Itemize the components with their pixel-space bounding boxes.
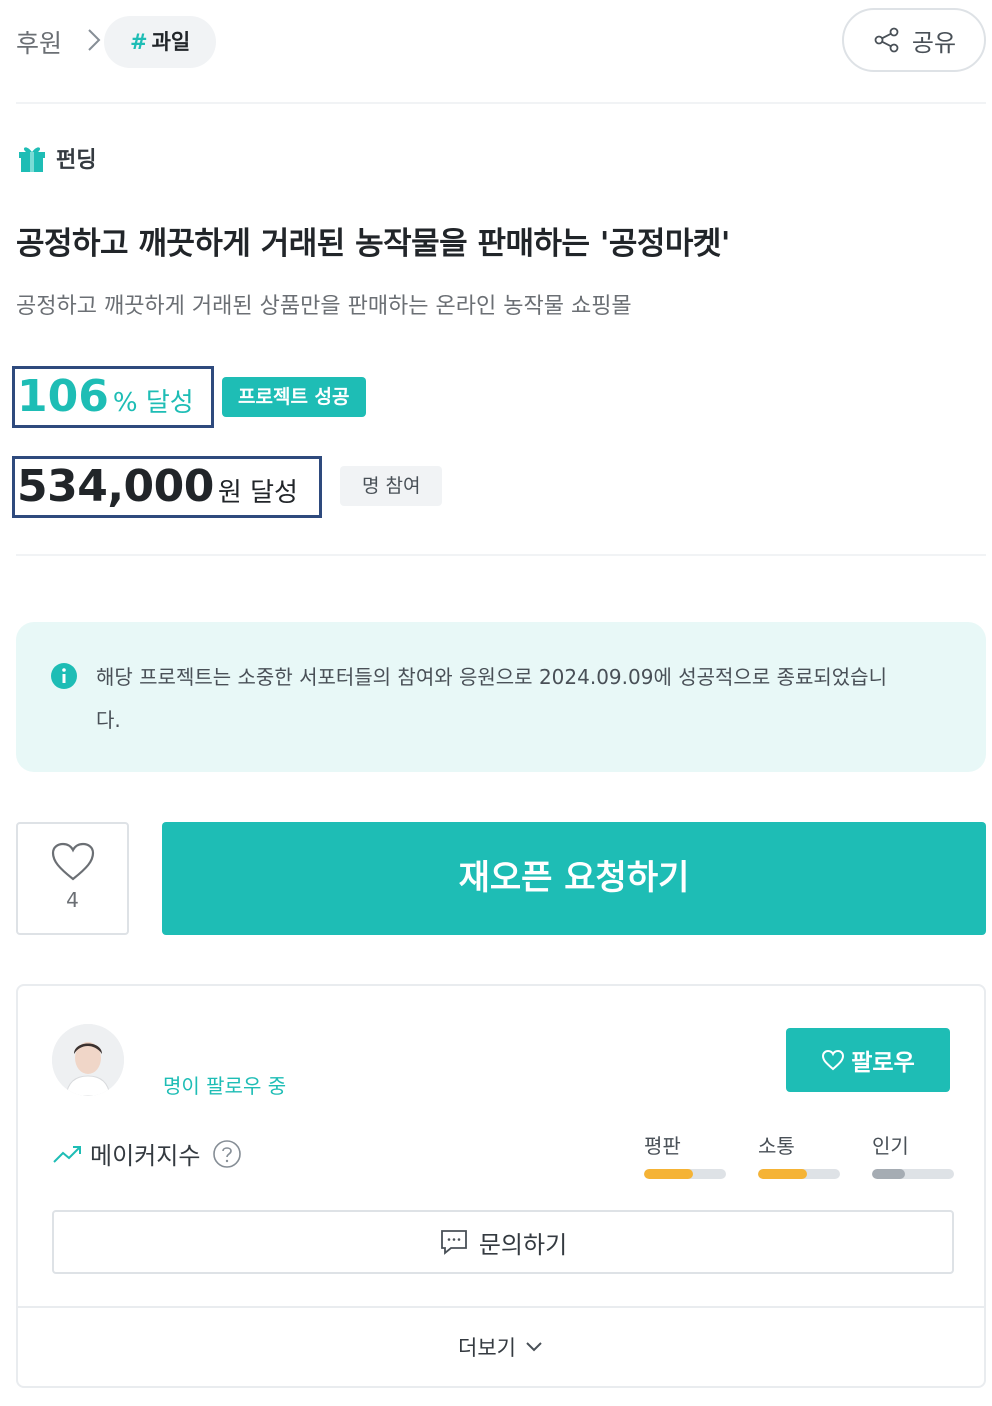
metric-fill — [872, 1169, 905, 1179]
more-button[interactable]: 더보기 — [18, 1308, 984, 1386]
category-label: 펀딩 — [56, 148, 97, 173]
achievement-percent: 106 % 달성 — [12, 366, 214, 428]
divider — [16, 102, 986, 104]
chevron-down-icon — [526, 1342, 542, 1352]
metric-communication: 소통 — [758, 1130, 840, 1179]
reopen-request-button[interactable]: 재오픈 요청하기 — [162, 822, 986, 935]
metric-label: 소통 — [758, 1134, 795, 1158]
maker-card: 명이 팔로우 중 팔로우 메이커지수 평판 소통 인기 문의하기 더보기 — [16, 984, 986, 1388]
share-button[interactable]: 공유 — [842, 8, 986, 72]
project-title: 공정하고 깨끗하게 거래된 농작물을 판매하는 '공정마켓' — [16, 226, 730, 262]
gift-icon — [19, 147, 45, 172]
metric-bar — [872, 1169, 954, 1179]
category-tag-label: 과일 — [151, 30, 191, 54]
more-label: 더보기 — [458, 1336, 516, 1360]
percent-value: 106 — [17, 371, 109, 422]
notice-box: 해당 프로젝트는 소중한 서포터들의 참여와 응원으로 2024.09.09에 … — [16, 622, 986, 772]
follow-button[interactable]: 팔로우 — [786, 1028, 950, 1092]
inquiry-label: 문의하기 — [478, 1230, 568, 1259]
divider — [16, 554, 986, 556]
notice-text: 해당 프로젝트는 소중한 서포터들의 참여와 응원으로 2024.09.09에 … — [96, 665, 887, 732]
amount-unit: 원 달성 — [217, 478, 298, 508]
like-button[interactable]: 4 — [16, 822, 129, 935]
inquiry-button[interactable]: 문의하기 — [52, 1210, 954, 1274]
metric-fill — [758, 1169, 808, 1179]
heart-outline-icon — [822, 1049, 845, 1071]
follower-count-text: 명이 팔로우 중 — [163, 1074, 287, 1098]
metric-fill — [644, 1169, 694, 1179]
follow-label: 팔로우 — [851, 1050, 915, 1076]
breadcrumb-root[interactable]: 후원 — [16, 24, 62, 60]
amount-value: 534,000 — [17, 461, 214, 512]
metric-bar — [644, 1169, 726, 1179]
maker-index: 메이커지수 — [52, 1136, 242, 1171]
metric-reputation: 평판 — [644, 1130, 726, 1179]
metric-label: 인기 — [872, 1134, 909, 1158]
metric-bar — [758, 1169, 840, 1179]
maker-index-label: 메이커지수 — [90, 1142, 201, 1170]
heart-icon — [51, 842, 94, 881]
status-badge: 프로젝트 성공 — [222, 377, 366, 417]
share-label: 공유 — [911, 28, 957, 57]
share-icon — [874, 27, 899, 53]
achievement-amount: 534,000 원 달성 — [12, 456, 322, 518]
category-tag-chip[interactable]: # 과일 — [104, 16, 217, 68]
chat-icon — [440, 1230, 467, 1255]
percent-unit: % 달성 — [112, 388, 194, 418]
like-count: 4 — [66, 888, 79, 912]
participant-count: 명 참여 — [340, 466, 443, 506]
project-category: 펀딩 — [16, 142, 96, 174]
metric-label: 평판 — [644, 1134, 681, 1158]
project-subtitle: 공정하고 깨끗하게 거래된 상품만을 판매하는 온라인 농작물 쇼핑몰 — [16, 294, 632, 319]
help-icon[interactable] — [212, 1139, 242, 1169]
top-bar: 후원 # 과일 공유 — [16, 8, 986, 72]
trending-up-icon — [53, 1145, 81, 1163]
avatar[interactable] — [52, 1024, 124, 1096]
hash-symbol: # — [130, 30, 148, 54]
info-icon — [51, 663, 77, 689]
metric-popularity: 인기 — [872, 1130, 954, 1179]
maker-avatar-image — [52, 1024, 124, 1096]
